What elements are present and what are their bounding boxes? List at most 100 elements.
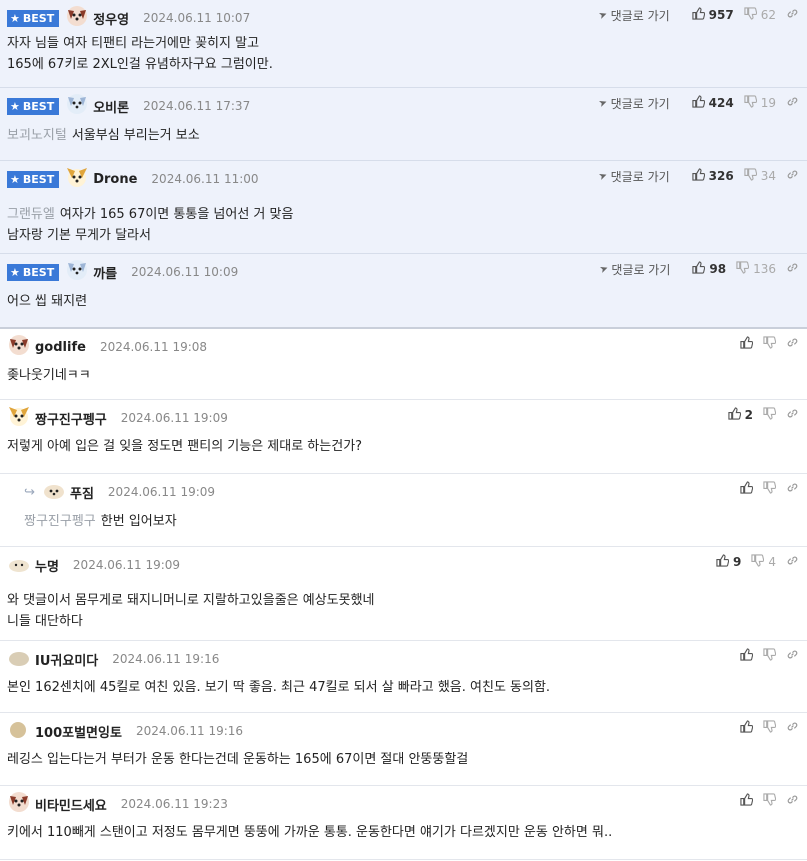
upvote-button[interactable]: 98 — [692, 261, 726, 277]
nickname[interactable]: 100포벌면잉토 — [35, 722, 122, 741]
permalink-button[interactable] — [786, 648, 799, 664]
comment-text: 자자 님들 여자 티팬티 라는거에만 꽂히지 말고 — [7, 36, 260, 51]
thumb-up-icon — [692, 95, 705, 111]
nickname[interactable]: 비타민드세요 — [35, 795, 107, 814]
upvote-button[interactable] — [740, 793, 754, 809]
nickname[interactable]: 까를 — [93, 263, 117, 282]
permalink-button[interactable] — [786, 481, 799, 497]
upvote-button[interactable] — [740, 648, 754, 664]
goto-reply-link[interactable]: ➤ 댓글로 가기 — [598, 168, 670, 185]
permalink-button[interactable] — [786, 168, 799, 184]
avatar[interactable] — [7, 646, 35, 672]
permalink-button[interactable] — [786, 95, 799, 111]
permalink-button[interactable] — [786, 554, 799, 570]
permalink-button[interactable] — [786, 261, 799, 277]
nickname[interactable]: godlife — [35, 340, 86, 355]
upvote-count: 98 — [709, 262, 727, 276]
downvote-button[interactable] — [763, 407, 777, 423]
comment-line: 와 댓글이서 몸무게로 돼지니머니로 지랄하고있을줄은 예상도못했네 — [7, 590, 375, 611]
downvote-button[interactable]: 34 — [744, 168, 776, 184]
downvote-button[interactable]: 4 — [751, 554, 776, 570]
comment-header: 비타민드세요 2024.06.11 19:23 — [7, 791, 228, 817]
upvote-button[interactable] — [740, 481, 754, 497]
avatar[interactable] — [7, 552, 35, 578]
downvote-button[interactable]: 62 — [744, 7, 776, 23]
goto-reply-link[interactable]: ➤ 댓글로 가기 — [597, 95, 670, 112]
comment: 짱구진구펭구 2024.06.11 19:09 2 저렇게 아예 입은 걸 잊을 정도… — [0, 400, 807, 474]
thumb-down-icon — [763, 793, 777, 809]
downvote-button[interactable]: 19 — [744, 95, 776, 111]
downvote-count: 62 — [760, 8, 776, 22]
thumb-down-icon — [751, 554, 765, 570]
upvote-button[interactable]: 326 — [692, 168, 734, 184]
nickname[interactable]: 정우영 — [93, 9, 129, 28]
comment-header: ★ BEST 정우영 2024.06.11 10:07 — [7, 5, 250, 31]
comment-header: 100포벌면잉토 2024.06.11 19:16 — [7, 720, 243, 742]
avatar[interactable] — [7, 405, 35, 431]
comment-actions — [730, 478, 799, 500]
comment-line: 본인 162센치에 45킬로 여친 있음. 보기 딱 좋음. 최근 47킬로 되… — [7, 677, 550, 698]
thumb-down-icon — [763, 481, 777, 497]
comment-list: ★ BEST 정우영 2024.06.11 10:07 ➤ 댓글로 가기 957 62 자자 님… — [0, 0, 807, 860]
link-icon — [786, 720, 799, 736]
permalink-button[interactable] — [786, 336, 799, 352]
downvote-button[interactable] — [763, 720, 777, 736]
downvote-button[interactable] — [763, 793, 777, 809]
downvote-button[interactable] — [763, 648, 777, 664]
permalink-button[interactable] — [786, 407, 799, 423]
goto-reply-link[interactable]: ➤ 댓글로 가기 — [598, 261, 670, 278]
comment-line: 레깅스 입는다는거 부터가 운동 한다는건데 운동하는 165에 67이면 절대… — [7, 749, 468, 770]
comment-header: ★ BEST 까를 2024.06.11 10:09 — [7, 259, 238, 285]
comment-date: 2024.06.11 19:08 — [99, 340, 208, 354]
comment-line: 그랜듀엘 여자가 165 67이면 통통을 넘어선 거 맞음 — [7, 204, 293, 225]
downvote-button[interactable] — [763, 336, 777, 352]
mention-nick[interactable]: 보괴노지털 — [7, 128, 67, 143]
send-icon: ➤ — [597, 96, 610, 110]
comment-line: 저렇게 아예 입은 걸 잊을 정도면 팬티의 기능은 제대로 하는건가? — [7, 436, 362, 457]
mention-nick[interactable]: 짱구진구펭구 — [24, 514, 96, 529]
permalink-button[interactable] — [786, 7, 799, 23]
comment-actions — [730, 645, 799, 667]
avatar[interactable] — [65, 93, 93, 119]
downvote-count: 34 — [760, 169, 776, 183]
avatar[interactable] — [7, 791, 35, 817]
nickname[interactable]: 누명 — [35, 556, 59, 575]
comment-header: ↪ 푸짐 2024.06.11 19:09 — [24, 481, 215, 503]
upvote-count: 2 — [744, 408, 753, 422]
upvote-button[interactable]: 2 — [728, 407, 753, 423]
best-badge: ★ BEST — [7, 170, 60, 188]
goto-reply-link[interactable]: ➤ 댓글로 가기 — [598, 7, 670, 24]
link-icon — [786, 95, 799, 111]
nickname[interactable]: 푸짐 — [70, 483, 94, 502]
comment-text: 서울부심 부리는거 보소 — [71, 128, 200, 143]
comment-text: 165에 67키로 2XL인걸 유념하자구요 그럼이만. — [7, 57, 273, 72]
comment-body: 그랜듀엘 여자가 165 67이면 통통을 넘어선 거 맞음 남자랑 기본 무게가 … — [7, 204, 293, 246]
comment-body: 보괴노지털 서울부심 부리는거 보소 — [7, 125, 200, 146]
thumb-down-icon — [744, 95, 757, 111]
nickname[interactable]: IU귀요미다 — [35, 650, 98, 669]
avatar[interactable] — [65, 166, 93, 192]
permalink-button[interactable] — [786, 720, 799, 736]
comment-body: 저렇게 아예 입은 걸 잊을 정도면 팬티의 기능은 제대로 하는건가? — [7, 436, 362, 457]
comment-text: 니들 대단하다 — [7, 614, 83, 629]
upvote-button[interactable] — [740, 720, 754, 736]
mention-nick[interactable]: 그랜듀엘 — [7, 207, 55, 222]
comment-line: 165에 67키로 2XL인걸 유념하자구요 그럼이만. — [7, 54, 273, 75]
nickname[interactable]: Drone — [93, 172, 137, 187]
permalink-button[interactable] — [786, 793, 799, 809]
upvote-button[interactable] — [740, 336, 754, 352]
avatar[interactable] — [65, 5, 93, 31]
downvote-button[interactable] — [763, 481, 777, 497]
comment-text: 한번 입어보자 — [100, 514, 177, 529]
upvote-button[interactable]: 424 — [692, 95, 734, 111]
avatar[interactable] — [7, 334, 35, 360]
downvote-button[interactable]: 136 — [736, 261, 776, 277]
avatar[interactable] — [7, 718, 35, 744]
upvote-button[interactable]: 957 — [692, 7, 734, 23]
nickname[interactable]: 짱구진구펭구 — [35, 409, 107, 428]
nickname[interactable]: 오비론 — [93, 97, 129, 116]
avatar[interactable] — [65, 259, 93, 285]
upvote-button[interactable]: 9 — [716, 554, 741, 570]
downvote-count: 136 — [753, 262, 776, 276]
avatar[interactable] — [42, 479, 70, 505]
